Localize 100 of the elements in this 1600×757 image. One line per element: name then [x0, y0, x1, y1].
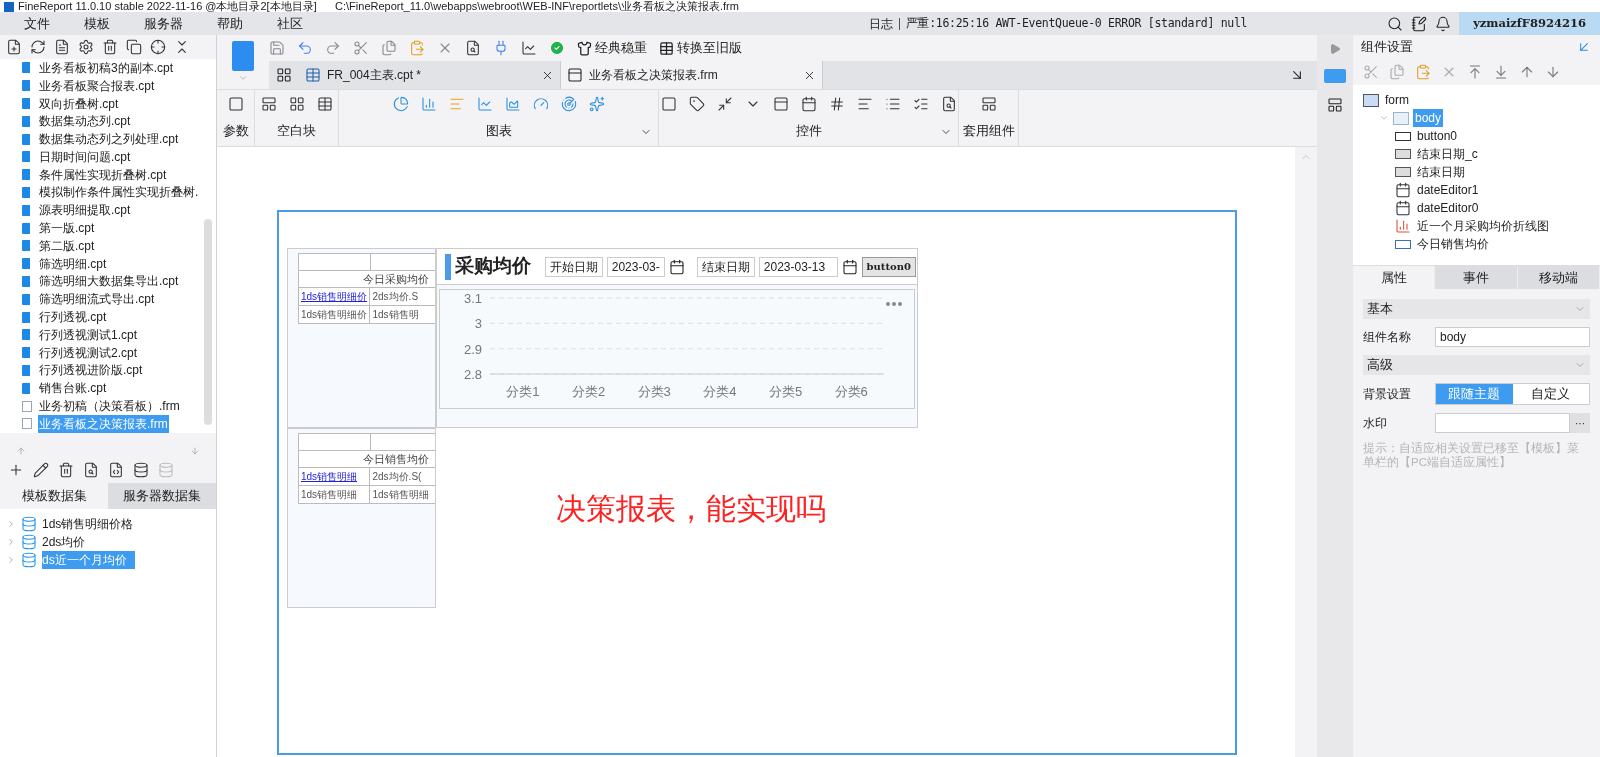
move-top-icon[interactable]: [1467, 64, 1483, 80]
cut-icon[interactable]: [1363, 64, 1379, 80]
name-field[interactable]: body: [1435, 327, 1590, 347]
preview-icon[interactable]: [465, 40, 481, 56]
file-item[interactable]: 双向折叠树.cpt: [38, 94, 120, 113]
delete-icon[interactable]: [58, 462, 74, 478]
menu-item[interactable]: 帮助: [217, 13, 243, 34]
file-item[interactable]: 业务看板聚合报表.cpt: [38, 76, 156, 95]
bell-icon[interactable]: [1435, 15, 1452, 32]
grid-icon[interactable]: [276, 67, 292, 83]
calendar-icon[interactable]: [800, 96, 817, 112]
redo-icon[interactable]: [325, 40, 341, 56]
database-icon[interactable]: [133, 462, 149, 478]
line-chart-icon[interactable]: [476, 96, 493, 112]
document-icon[interactable]: [54, 39, 70, 55]
cut-icon[interactable]: [353, 40, 369, 56]
number-icon[interactable]: [828, 96, 845, 112]
file-item[interactable]: 条件属性实现折叠树.cpt: [38, 165, 168, 184]
file-item[interactable]: 第一版.cpt: [38, 219, 96, 238]
undo-icon[interactable]: [297, 40, 313, 56]
tree-item[interactable]: dateEditor1: [1415, 181, 1481, 199]
section-header[interactable]: 基本: [1363, 299, 1590, 319]
file-item[interactable]: 行列透视.cpt: [38, 308, 108, 327]
notes-icon[interactable]: [1411, 15, 1428, 32]
file-item[interactable]: 业务看板初稿3的副本.cpt: [38, 59, 174, 77]
tab[interactable]: 事件: [1435, 266, 1518, 289]
paste-icon[interactable]: [1415, 64, 1431, 80]
convert-button[interactable]: 转换至旧版: [659, 38, 742, 58]
preview-icon[interactable]: [83, 462, 99, 478]
file-item[interactable]: 筛选明细流式导出.cpt: [38, 290, 156, 309]
copy-icon[interactable]: [126, 39, 142, 55]
file-item[interactable]: 日期时间问题.cpt: [38, 147, 132, 166]
link-cell[interactable]: 1ds销售明细: [299, 468, 370, 485]
scatter-icon[interactable]: [588, 96, 605, 112]
tree-item[interactable]: dateEditor0: [1415, 199, 1481, 217]
tab[interactable]: 移动端: [1517, 266, 1600, 289]
refresh-icon[interactable]: [30, 39, 46, 55]
area-chart-icon[interactable]: [504, 96, 521, 112]
form-icon[interactable]: [567, 67, 583, 83]
file-item[interactable]: 数据集动态列之列处理.cpt: [38, 130, 180, 149]
file-item[interactable]: 销售台账.cpt: [38, 379, 108, 398]
component-icon[interactable]: [980, 96, 997, 112]
textarea-icon[interactable]: [856, 96, 873, 112]
menu-item[interactable]: 文件: [24, 13, 50, 34]
tree-item[interactable]: 结束日期_c: [1415, 145, 1480, 163]
file-item[interactable]: 第二版.cpt: [38, 236, 96, 255]
date-field[interactable]: 2023-03-13: [758, 256, 838, 277]
scrollbar[interactable]: [1295, 147, 1317, 757]
query-icon[interactable]: [940, 96, 957, 112]
scrollbar[interactable]: [204, 219, 212, 425]
pie-chart-icon[interactable]: [392, 96, 409, 112]
tree-item[interactable]: form: [1383, 91, 1411, 109]
tab[interactable]: 服务器数据集: [108, 483, 216, 509]
edit-icon[interactable]: [33, 462, 49, 478]
file-tab[interactable]: 业务看板之决策报表.frm: [561, 61, 823, 89]
report-block[interactable]: 今日采购均价 1ds销售明细价 2ds均价.S 1ds销售明细价 1ds销售明: [287, 248, 436, 428]
file-item[interactable]: 行列透视测试2.cpt: [38, 343, 138, 362]
radar-icon[interactable]: [560, 96, 577, 112]
file-item[interactable]: 筛选明细.cpt: [38, 254, 108, 273]
parameter-icon[interactable]: [227, 96, 244, 112]
browse-button[interactable]: ···: [1570, 413, 1590, 433]
up-icon[interactable]: [16, 446, 26, 456]
down-icon[interactable]: [190, 446, 200, 456]
menu-item[interactable]: 服务器: [144, 13, 183, 34]
file-item[interactable]: 源表明细提取.cpt: [38, 201, 132, 220]
report-icon[interactable]: [305, 67, 321, 83]
menu-item[interactable]: 社区: [277, 13, 303, 34]
file-item[interactable]: 行列透视进阶版.cpt: [38, 361, 144, 380]
dataset-item[interactable]: 2ds均价: [42, 533, 94, 551]
more-icon[interactable]: [886, 302, 902, 306]
move-up-icon[interactable]: [1519, 64, 1535, 80]
watermark-field[interactable]: [1435, 413, 1570, 433]
table-icon[interactable]: [316, 96, 333, 112]
link-cell[interactable]: 1ds销售明细价: [299, 288, 370, 305]
section-header[interactable]: 高级: [1363, 355, 1590, 375]
calendar-icon[interactable]: [668, 258, 685, 275]
segment-option[interactable]: 自定义: [1512, 384, 1589, 404]
file-item[interactable]: 业务初稿（决策看板）.frm: [38, 397, 181, 416]
report-block[interactable]: 今日销售均价 1ds销售明细 2ds均价.S( 1ds销售明细 1ds销售明细: [287, 428, 436, 608]
move-down-icon[interactable]: [1545, 64, 1561, 80]
label-icon[interactable]: [688, 96, 705, 112]
tree-item[interactable]: 近一个月采购均价折线图: [1415, 217, 1551, 235]
block-icon[interactable]: [288, 96, 305, 112]
gauge-icon[interactable]: [532, 96, 549, 112]
file-item[interactable]: 行列透视测试1.cpt: [38, 325, 138, 344]
file-item[interactable]: 模拟制作条件属性实现折叠树.: [38, 183, 200, 202]
plug-icon[interactable]: [493, 40, 509, 56]
file-item[interactable]: 数据集动态列.cpt: [38, 112, 132, 131]
new-folder-icon[interactable]: [6, 39, 22, 55]
tree-item[interactable]: 结束日期: [1415, 163, 1467, 181]
theme-button[interactable]: 经典稳重: [577, 38, 647, 58]
tree-item[interactable]: 今日销售均价: [1415, 235, 1491, 253]
add-icon[interactable]: [8, 462, 24, 478]
log-link[interactable]: 日志: [868, 14, 893, 33]
expand-arrow-icon[interactable]: [1329, 43, 1341, 55]
date-field[interactable]: 2023-03-: [606, 256, 665, 277]
tree-item[interactable]: button0: [1415, 127, 1460, 145]
paste-icon[interactable]: [409, 40, 425, 56]
bar-chart-icon[interactable]: [448, 96, 465, 112]
menu-item[interactable]: 模板: [84, 13, 110, 34]
